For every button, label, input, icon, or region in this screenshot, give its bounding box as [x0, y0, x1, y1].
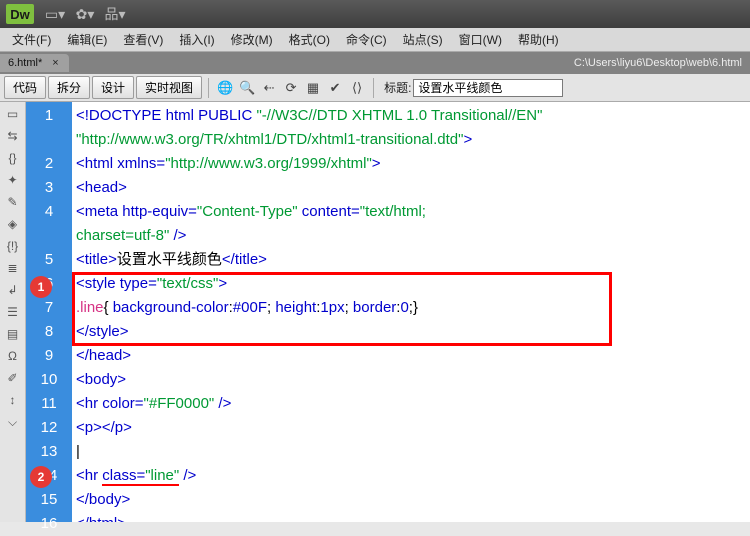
separator	[373, 78, 374, 98]
menu-bar: 文件(F) 编辑(E) 查看(V) 插入(I) 修改(M) 格式(O) 命令(C…	[0, 28, 750, 52]
line-number: 7	[26, 296, 72, 320]
line-number: 13	[26, 440, 72, 464]
line-number: 14	[26, 464, 72, 488]
menu-file[interactable]: 文件(F)	[4, 29, 59, 50]
menu-format[interactable]: 格式(O)	[281, 29, 338, 50]
title-label: 标题:	[384, 79, 411, 96]
tag-icon[interactable]: ⟨⟩	[347, 78, 367, 98]
document-toolbar: 代码 拆分 设计 实时视图 🌐 🔍 ⇠ ⟳ ▦ ✔ ⟨⟩ 标题:	[0, 74, 750, 102]
tool-braces-icon[interactable]: {}	[5, 150, 21, 166]
separator	[208, 78, 209, 98]
line-number: 4	[26, 200, 72, 224]
line-number: 2	[26, 152, 72, 176]
line-number: 16	[26, 512, 72, 536]
tool-ruler-icon[interactable]: ↕	[5, 392, 21, 408]
globe-icon[interactable]: 🌐	[215, 78, 235, 98]
line-number	[26, 128, 72, 152]
line-number: 15	[26, 488, 72, 512]
code-line[interactable]: </html>	[76, 512, 746, 522]
tool-star-icon[interactable]: ✦	[5, 172, 21, 188]
document-tab[interactable]: 6.html* ×	[0, 54, 69, 72]
code-view-button[interactable]: 代码	[4, 76, 46, 99]
tool-wand-icon[interactable]: ✎	[5, 194, 21, 210]
check-icon[interactable]: ✔	[325, 78, 345, 98]
code-line[interactable]: .line{ background-color:#00F; height:1px…	[76, 296, 746, 320]
code-line[interactable]: <hr color="#FF0000" />	[76, 392, 746, 416]
line-number: 12	[26, 416, 72, 440]
title-bar: Dw ▭▾ ✿▾ 品▾	[0, 0, 750, 28]
line-numbers: 12345678910111213141516	[26, 102, 72, 522]
line-number: 6	[26, 272, 72, 296]
line-number: 5	[26, 248, 72, 272]
line-number: 1	[26, 104, 72, 128]
code-line[interactable]: "http://www.w3.org/TR/xhtml1/DTD/xhtml1-…	[76, 128, 746, 152]
split-view-button[interactable]: 拆分	[48, 76, 90, 99]
app-logo: Dw	[6, 4, 34, 24]
tool-indent-icon[interactable]: ≣	[5, 260, 21, 276]
file-path: C:\Users\liyu6\Desktop\web\6.html	[574, 57, 750, 69]
menu-window[interactable]: 窗口(W)	[451, 29, 510, 50]
menu-modify[interactable]: 修改(M)	[223, 29, 281, 50]
editor-area: ▭ ⇆ {} ✦ ✎ ◈ {!} ≣ ↲ ☰ ▤ Ω ✐ ↕ ⌵ 1234567…	[0, 102, 750, 522]
layout-icon[interactable]: ▭▾	[42, 4, 68, 24]
live-view-button[interactable]: 实时视图	[136, 76, 202, 99]
menu-edit[interactable]: 编辑(E)	[59, 29, 115, 50]
document-title-input[interactable]	[413, 79, 563, 97]
code-editor[interactable]: <!DOCTYPE html PUBLIC "-//W3C//DTD XHTML…	[72, 102, 750, 522]
nav-icon[interactable]: ⇠	[259, 78, 279, 98]
design-view-button[interactable]: 设计	[92, 76, 134, 99]
refresh-icon[interactable]: ⟳	[281, 78, 301, 98]
menu-insert[interactable]: 插入(I)	[171, 29, 222, 50]
line-number: 8	[26, 320, 72, 344]
line-number: 10	[26, 368, 72, 392]
gear-icon[interactable]: ✿▾	[72, 4, 98, 24]
line-number: 11	[26, 392, 72, 416]
code-line[interactable]: </style>	[76, 320, 746, 344]
menu-help[interactable]: 帮助(H)	[510, 29, 567, 50]
tool-arrow-icon[interactable]: ⇆	[5, 128, 21, 144]
code-line[interactable]: charset=utf-8" />	[76, 224, 746, 248]
tool-format-icon[interactable]: ✐	[5, 370, 21, 386]
tool-highlight-icon[interactable]: {!}	[5, 238, 21, 254]
document-tabs: 6.html* × C:\Users\liyu6\Desktop\web\6.h…	[0, 52, 750, 74]
code-line[interactable]: <!DOCTYPE html PUBLIC "-//W3C//DTD XHTML…	[76, 104, 746, 128]
tool-wrap-icon[interactable]: ↲	[5, 282, 21, 298]
line-number: 9	[26, 344, 72, 368]
code-line[interactable]: <title>设置水平线颜色</title>	[76, 248, 746, 272]
code-line[interactable]: <hr class="line" />	[76, 464, 746, 488]
inspect-icon[interactable]: 🔍	[237, 78, 257, 98]
share-icon[interactable]: 品▾	[102, 4, 128, 24]
tool-collapse-icon[interactable]: ▭	[5, 106, 21, 122]
code-line[interactable]: |	[76, 440, 746, 464]
menu-site[interactable]: 站点(S)	[395, 29, 451, 50]
code-line[interactable]: <html xmlns="http://www.w3.org/1999/xhtm…	[76, 152, 746, 176]
tool-nav-icon[interactable]: ◈	[5, 216, 21, 232]
line-number	[26, 224, 72, 248]
code-line[interactable]: <body>	[76, 368, 746, 392]
code-line[interactable]: <p></p>	[76, 416, 746, 440]
tab-title: 6.html*	[8, 57, 42, 69]
tool-find-icon[interactable]: Ω	[5, 348, 21, 364]
code-line[interactable]: <head>	[76, 176, 746, 200]
menu-view[interactable]: 查看(V)	[115, 29, 171, 50]
code-line[interactable]: </head>	[76, 344, 746, 368]
code-line[interactable]: <style type="text/css">	[76, 272, 746, 296]
code-tools-gutter: ▭ ⇆ {} ✦ ✎ ◈ {!} ≣ ↲ ☰ ▤ Ω ✐ ↕ ⌵	[0, 102, 26, 522]
close-icon[interactable]: ×	[52, 57, 58, 69]
tool-more-icon[interactable]: ⌵	[5, 414, 21, 430]
book-icon[interactable]: ▦	[303, 78, 323, 98]
tool-comment-icon[interactable]: ▤	[5, 326, 21, 342]
tool-list-icon[interactable]: ☰	[5, 304, 21, 320]
line-number: 3	[26, 176, 72, 200]
code-line[interactable]: </body>	[76, 488, 746, 512]
menu-command[interactable]: 命令(C)	[338, 29, 395, 50]
code-line[interactable]: <meta http-equiv="Content-Type" content=…	[76, 200, 746, 224]
